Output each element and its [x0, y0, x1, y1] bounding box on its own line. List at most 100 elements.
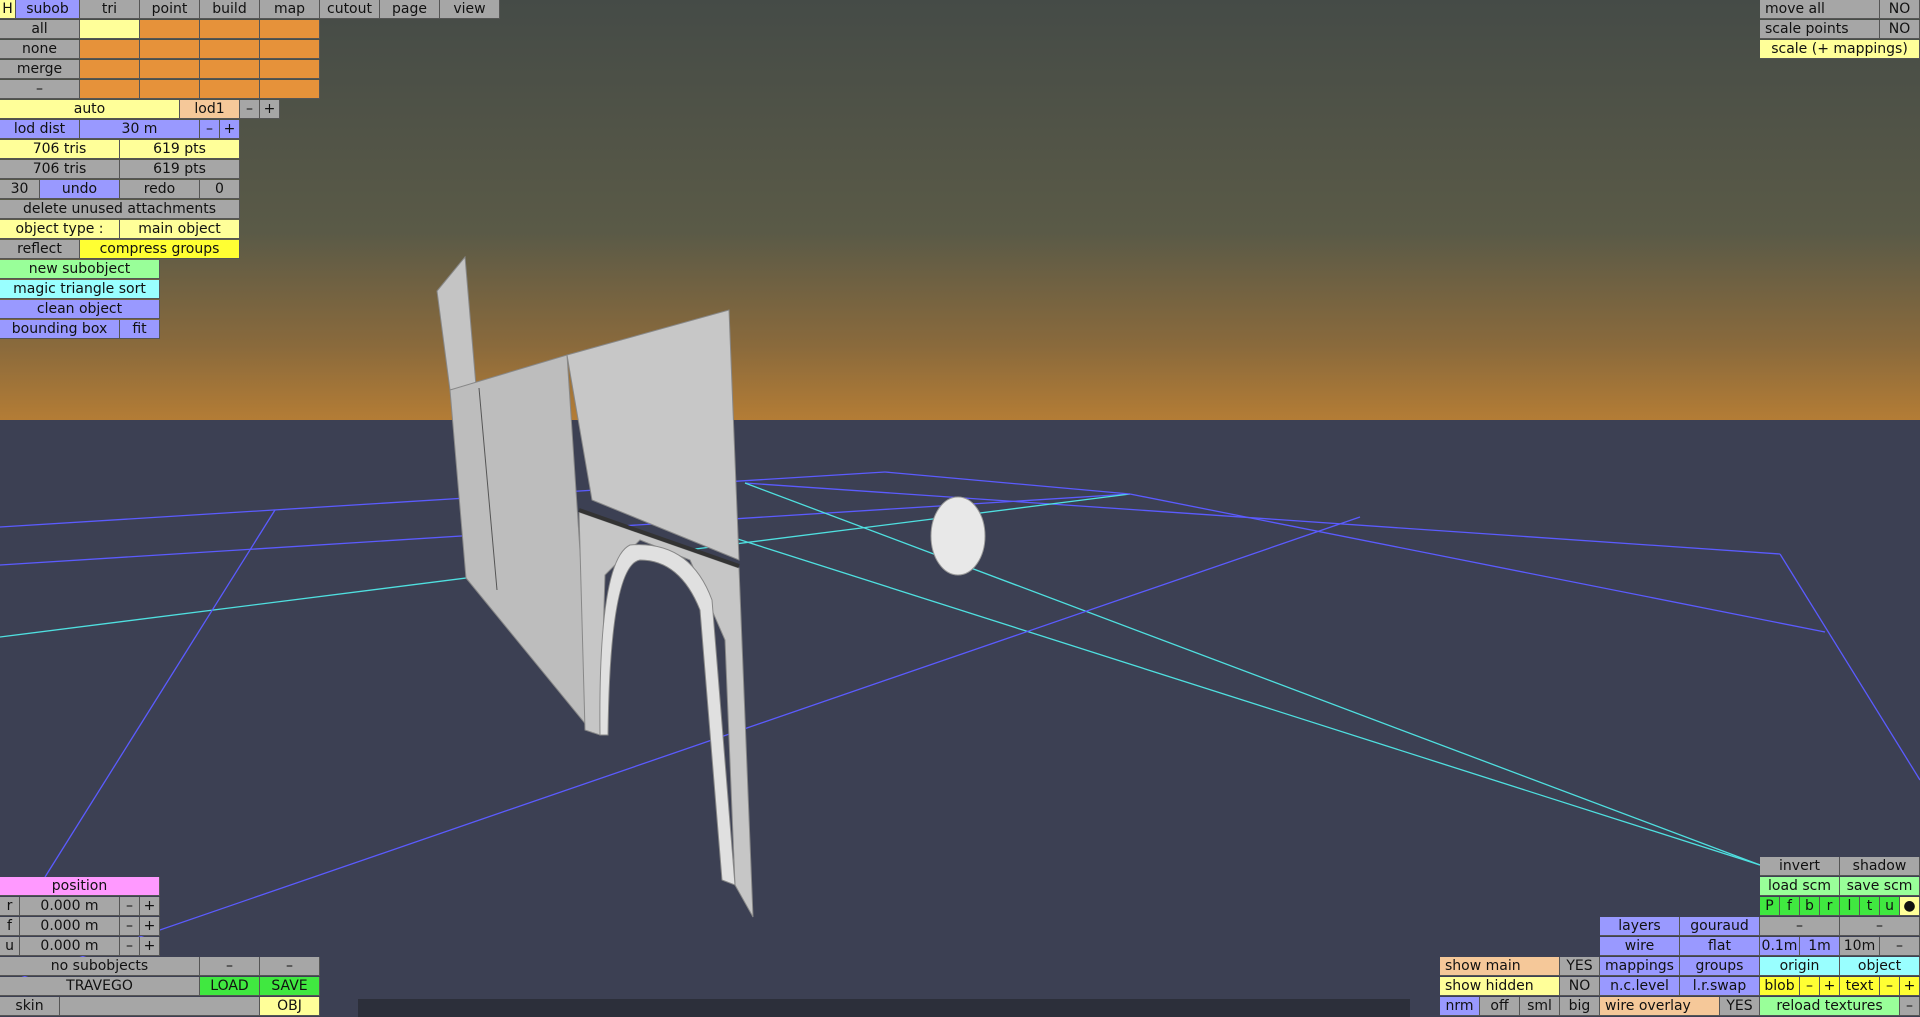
- grid-01m-button[interactable]: 0.1m: [1760, 937, 1800, 956]
- 3d-viewport[interactable]: [0, 0, 1920, 1017]
- lod-plus-button[interactable]: +: [260, 100, 280, 119]
- tab-page[interactable]: page: [380, 0, 440, 19]
- tab-tri[interactable]: tri: [80, 0, 140, 19]
- blob-minus-button[interactable]: –: [1800, 977, 1820, 996]
- swatch[interactable]: [140, 20, 200, 39]
- tab-view[interactable]: view: [440, 0, 500, 19]
- swatch[interactable]: [140, 60, 200, 79]
- view-back-button[interactable]: b: [1800, 897, 1820, 916]
- move-all-toggle[interactable]: move all: [1760, 0, 1880, 19]
- flat-button[interactable]: flat: [1680, 937, 1760, 956]
- text-button[interactable]: text: [1840, 977, 1880, 996]
- reload-minus-button[interactable]: –: [1900, 997, 1920, 1016]
- view-top-button[interactable]: t: [1860, 897, 1880, 916]
- mode-h-button[interactable]: H: [0, 0, 16, 19]
- lod-minus-button[interactable]: –: [240, 100, 260, 119]
- show-hidden-value[interactable]: NO: [1560, 977, 1600, 996]
- subobject-selector[interactable]: no subobjects: [0, 957, 200, 976]
- swatch[interactable]: [260, 80, 320, 99]
- mappings-button[interactable]: mappings: [1600, 957, 1680, 976]
- swatch[interactable]: [80, 40, 140, 59]
- scale-points-value[interactable]: NO: [1880, 20, 1920, 39]
- swatch[interactable]: [140, 40, 200, 59]
- lod1-button[interactable]: lod1: [180, 100, 240, 119]
- swatch[interactable]: [80, 20, 140, 39]
- view-under-button[interactable]: u: [1880, 897, 1900, 916]
- pos-r-plus-button[interactable]: +: [140, 897, 160, 916]
- small-size-button[interactable]: sml: [1520, 997, 1560, 1016]
- obj-button[interactable]: OBJ: [260, 997, 320, 1016]
- object-type-select[interactable]: main object: [120, 220, 240, 239]
- nc-level-button[interactable]: n.c.level: [1600, 977, 1680, 996]
- grid-minus-button[interactable]: –: [1880, 937, 1920, 956]
- select-all-button[interactable]: all: [0, 20, 80, 39]
- pos-f-minus-button[interactable]: –: [120, 917, 140, 936]
- new-subobject-button[interactable]: new subobject: [0, 260, 160, 279]
- dash-a-button[interactable]: –: [1760, 917, 1840, 936]
- shadow-button[interactable]: shadow: [1840, 857, 1920, 876]
- lod-auto-button[interactable]: auto: [0, 100, 180, 119]
- dash-b-button[interactable]: –: [1840, 917, 1920, 936]
- text-plus-button[interactable]: +: [1900, 977, 1920, 996]
- subobject-prev-button[interactable]: –: [200, 957, 260, 976]
- off-size-button[interactable]: off: [1480, 997, 1520, 1016]
- swatch[interactable]: [200, 20, 260, 39]
- scale-mappings-button[interactable]: scale (+ mappings): [1760, 40, 1920, 59]
- tab-cutout[interactable]: cutout: [320, 0, 380, 19]
- move-all-value[interactable]: NO: [1880, 0, 1920, 19]
- pos-u-plus-button[interactable]: +: [140, 937, 160, 956]
- pos-r-minus-button[interactable]: –: [120, 897, 140, 916]
- subobject-next-button[interactable]: –: [260, 957, 320, 976]
- save-scm-button[interactable]: save scm: [1840, 877, 1920, 896]
- view-perspective-button[interactable]: P: [1760, 897, 1780, 916]
- show-hidden-toggle[interactable]: show hidden: [1440, 977, 1560, 996]
- fit-button[interactable]: fit: [120, 320, 160, 339]
- text-minus-button[interactable]: –: [1880, 977, 1900, 996]
- lod-dist-minus-button[interactable]: –: [200, 120, 220, 139]
- pos-f-plus-button[interactable]: +: [140, 917, 160, 936]
- blob-plus-button[interactable]: +: [1820, 977, 1840, 996]
- save-button[interactable]: SAVE: [260, 977, 320, 996]
- swatch[interactable]: [200, 80, 260, 99]
- gouraud-button[interactable]: gouraud: [1680, 917, 1760, 936]
- layers-button[interactable]: layers: [1600, 917, 1680, 936]
- lr-swap-button[interactable]: l.r.swap: [1680, 977, 1760, 996]
- tab-map[interactable]: map: [260, 0, 320, 19]
- filename-field[interactable]: TRAVEGO: [0, 977, 200, 996]
- swatch[interactable]: [200, 40, 260, 59]
- reload-textures-button[interactable]: reload textures: [1760, 997, 1900, 1016]
- grid-1m-button[interactable]: 1m: [1800, 937, 1840, 956]
- compress-groups-button[interactable]: compress groups: [80, 240, 240, 259]
- tab-subob[interactable]: subob: [16, 0, 80, 19]
- swatch[interactable]: [80, 80, 140, 99]
- magic-triangle-sort-button[interactable]: magic triangle sort: [0, 280, 160, 299]
- scale-points-toggle[interactable]: scale points: [1760, 20, 1880, 39]
- load-scm-button[interactable]: load scm: [1760, 877, 1840, 896]
- swatch[interactable]: [260, 60, 320, 79]
- swatch[interactable]: [200, 60, 260, 79]
- select-none-button[interactable]: none: [0, 40, 80, 59]
- pos-r-value[interactable]: 0.000 m: [20, 897, 120, 916]
- redo-button[interactable]: redo: [120, 180, 200, 199]
- swatch[interactable]: [140, 80, 200, 99]
- clean-object-button[interactable]: clean object: [0, 300, 160, 319]
- light-sphere[interactable]: [930, 496, 986, 576]
- pos-f-value[interactable]: 0.000 m: [20, 917, 120, 936]
- tab-build[interactable]: build: [200, 0, 260, 19]
- tab-point[interactable]: point: [140, 0, 200, 19]
- normal-size-button[interactable]: nrm: [1440, 997, 1480, 1016]
- show-main-value[interactable]: YES: [1560, 957, 1600, 976]
- swatch[interactable]: [260, 40, 320, 59]
- swatch[interactable]: [80, 60, 140, 79]
- wire-button[interactable]: wire: [1600, 937, 1680, 956]
- view-front-button[interactable]: f: [1780, 897, 1800, 916]
- view-dot-icon[interactable]: ●: [1900, 897, 1920, 916]
- swatch[interactable]: [260, 20, 320, 39]
- select-dash-button[interactable]: –: [0, 80, 80, 99]
- pos-u-minus-button[interactable]: –: [120, 937, 140, 956]
- invert-button[interactable]: invert: [1760, 857, 1840, 876]
- object-button[interactable]: object: [1840, 957, 1920, 976]
- pos-u-value[interactable]: 0.000 m: [20, 937, 120, 956]
- undo-button[interactable]: undo: [40, 180, 120, 199]
- wire-overlay-toggle[interactable]: wire overlay: [1600, 997, 1720, 1016]
